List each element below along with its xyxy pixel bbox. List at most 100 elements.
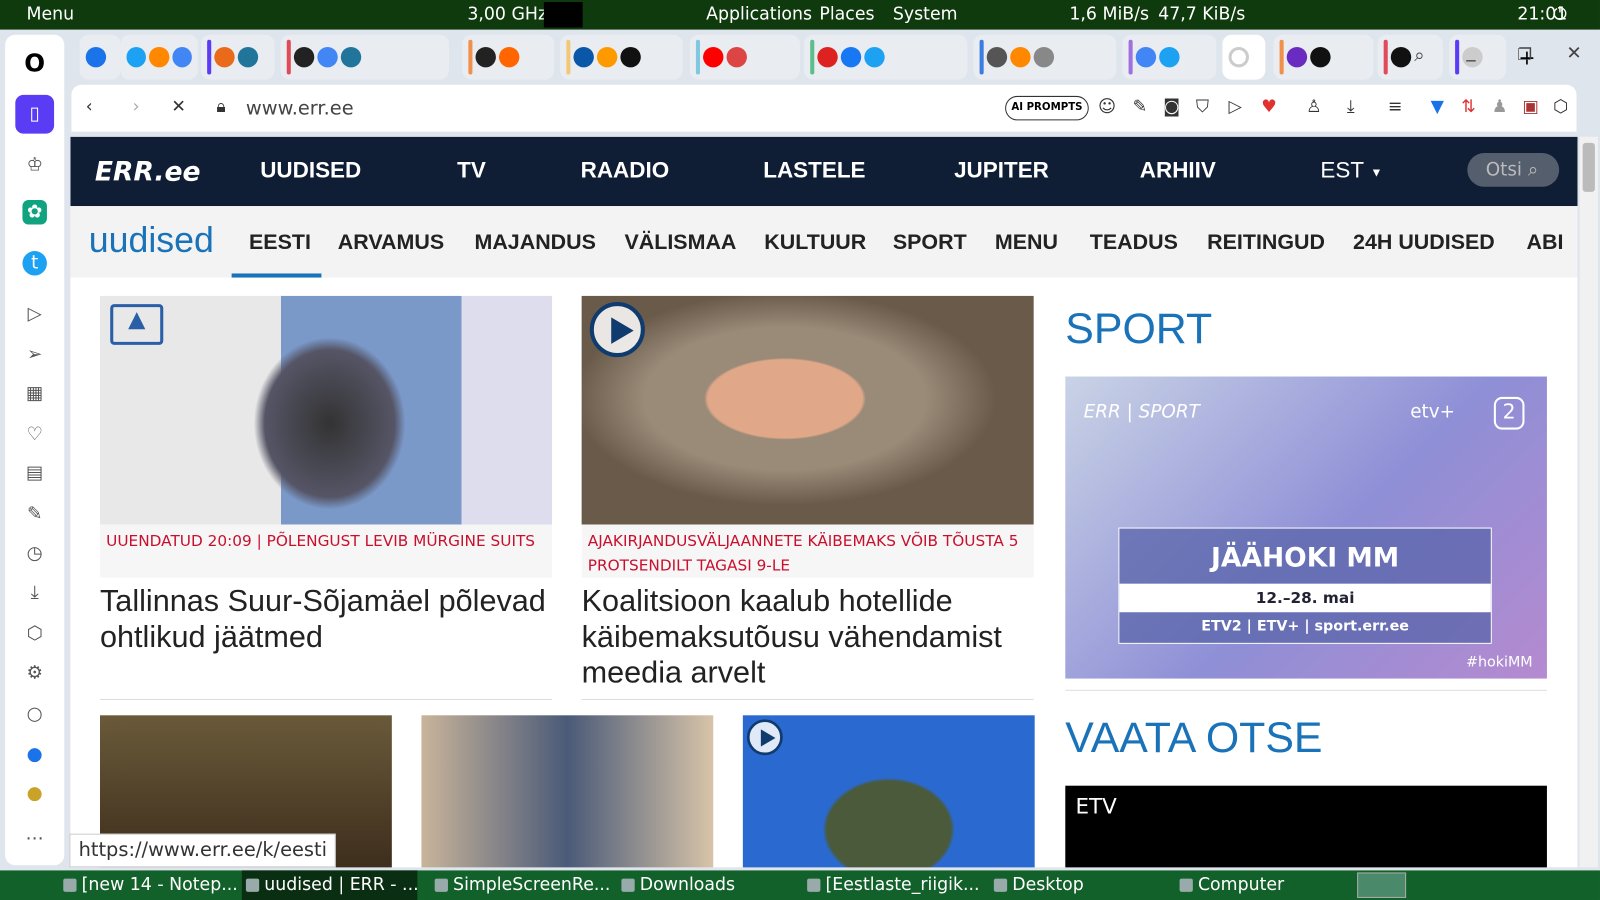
subnav-reitingud[interactable]: REITINGUD xyxy=(1207,231,1325,255)
places-menu[interactable]: Places xyxy=(819,4,874,24)
tab-group[interactable] xyxy=(1377,34,1443,80)
live-heading[interactable]: VAATA OTSE xyxy=(1065,713,1322,762)
menu-button[interactable]: Menu xyxy=(27,4,75,24)
article-image[interactable]: ▲ xyxy=(99,295,553,525)
download-icon[interactable]: ⤓ xyxy=(1347,97,1355,117)
send-icon[interactable]: ▷ xyxy=(1229,97,1242,117)
subnav-majandus[interactable]: MAJANDUS xyxy=(474,231,595,255)
scrollbar-thumb[interactable] xyxy=(1582,142,1595,192)
subnav-teadus[interactable]: TEADUS xyxy=(1090,231,1178,255)
extension-arrows-icon[interactable]: ⇅ xyxy=(1461,97,1476,117)
subnav-eesti[interactable]: EESTI xyxy=(249,231,311,255)
more-icon[interactable]: ⋯ xyxy=(22,827,46,851)
tab-group[interactable] xyxy=(201,34,275,80)
ai-prompts-button[interactable]: AI PROMPTS xyxy=(1005,95,1089,121)
power-icon[interactable]: ⏻ xyxy=(1553,4,1567,24)
lightbulb-icon[interactable]: ○ xyxy=(22,702,46,726)
extension-vpn-icon[interactable]: ▼ xyxy=(1431,97,1444,117)
article-headline[interactable]: Tallinnas Suur-Sõjamäel põlevad ohtlikud… xyxy=(100,584,552,655)
chat-icon[interactable]: ● xyxy=(22,743,46,767)
language-select[interactable]: EST xyxy=(1320,157,1364,184)
heart-icon[interactable]: ♡ xyxy=(22,422,46,446)
tab-group[interactable] xyxy=(973,34,1117,80)
nav-jupiter[interactable]: JUPITER xyxy=(954,157,1049,184)
tab-group[interactable] xyxy=(120,34,198,80)
emoji-icon[interactable]: ☺ xyxy=(1098,97,1116,117)
forward-button[interactable]: › xyxy=(133,97,140,117)
scrollbar[interactable] xyxy=(1579,136,1598,868)
article-card[interactable]: Ajakirjandusväljaannete käibemaks võib t… xyxy=(581,295,1034,691)
taskbar-item[interactable]: [new 14 - Notep... xyxy=(59,870,238,900)
subnav-sport[interactable]: SPORT xyxy=(893,231,967,255)
article-image[interactable] xyxy=(581,295,1034,525)
pin-icon[interactable]: ✎ xyxy=(1133,97,1148,117)
send-icon[interactable]: ➢ xyxy=(22,343,46,367)
tab-group[interactable] xyxy=(1122,34,1217,80)
opera-logo-icon[interactable]: O xyxy=(22,51,46,75)
nav-raadio[interactable]: RAADIO xyxy=(581,157,670,184)
sport-banner[interactable]: ERR | SPORT etv+ 2 JÄÄHOKI MM 12.–28. ma… xyxy=(1065,376,1547,679)
tab-group[interactable] xyxy=(1448,34,1507,80)
active-tab[interactable] xyxy=(1222,34,1266,80)
nav-lastele[interactable]: LASTELE xyxy=(763,157,865,184)
nav-tv[interactable]: TV xyxy=(457,157,486,184)
play-icon[interactable] xyxy=(746,719,783,756)
article-card[interactable]: ▲ Uuendatud 20:09 | Põlengust levib mürg… xyxy=(99,295,553,655)
heart-icon[interactable]: ♥ xyxy=(1261,97,1277,117)
history-icon[interactable]: ◷ xyxy=(22,542,46,566)
downloads-icon[interactable]: ⤓ xyxy=(22,581,46,605)
pin-board-icon[interactable]: ✎ xyxy=(22,502,46,526)
subnav-valismaa[interactable]: VÄLISMAA xyxy=(624,231,736,255)
extensions-grid-icon[interactable]: ▦ xyxy=(22,382,46,406)
article-image[interactable] xyxy=(742,715,1035,868)
taskbar-item[interactable]: Downloads xyxy=(617,870,735,900)
subnav-abi[interactable]: ABI xyxy=(1527,231,1564,255)
extension-counter-icon[interactable]: ▣ xyxy=(1522,97,1538,117)
extensions-cube-icon[interactable]: ⬡ xyxy=(1553,97,1568,117)
taskbar-item[interactable]: Desktop xyxy=(990,870,1084,900)
tab-group[interactable] xyxy=(689,34,800,80)
err-logo[interactable]: ERR.ee xyxy=(95,157,201,188)
system-menu[interactable]: System xyxy=(893,4,958,24)
reading-list-icon[interactable]: ▯ xyxy=(15,94,55,134)
url-field[interactable]: www.err.ee xyxy=(246,97,354,119)
live-player[interactable]: ETV xyxy=(1065,785,1547,868)
settings-icon[interactable]: ⚙ xyxy=(22,661,46,685)
stop-button[interactable]: ✕ xyxy=(171,97,186,117)
news-icon[interactable]: ▤ xyxy=(22,461,46,485)
subnav-kultuur[interactable]: KULTUUR xyxy=(764,231,866,255)
shield-icon[interactable]: ⛉ xyxy=(1196,97,1209,117)
play-icon[interactable] xyxy=(589,302,645,358)
taskbar-item[interactable]: uudised | ERR - ... xyxy=(241,870,419,900)
search-tabs-icon[interactable]: ⌕ xyxy=(1414,45,1424,66)
sport-heading[interactable]: SPORT xyxy=(1065,304,1212,353)
chatgpt-icon[interactable]: ✿ xyxy=(22,199,47,225)
article-headline[interactable]: Koalitsioon kaalub hotellide käibemaksut… xyxy=(582,584,1034,691)
tab-group[interactable] xyxy=(1273,34,1374,80)
subnav-arvamus[interactable]: ARVAMUS xyxy=(338,231,444,255)
taskbar-item[interactable]: SimpleScreenRe... xyxy=(431,870,610,900)
taskbar-item[interactable]: Computer xyxy=(1176,870,1284,900)
extension-spy-icon[interactable]: ♟ xyxy=(1492,97,1508,117)
easy-setup-icon[interactable]: ≡ xyxy=(1388,97,1403,117)
back-button[interactable]: ‹ xyxy=(86,97,93,117)
cube-icon[interactable]: ⬡ xyxy=(22,621,46,645)
profile-icon[interactable]: ♙ xyxy=(1306,97,1322,117)
applications-menu[interactable]: Applications xyxy=(706,4,812,24)
crown-icon[interactable]: ♔ xyxy=(22,153,46,177)
workspace-switcher[interactable] xyxy=(1357,872,1407,898)
tab-group[interactable] xyxy=(804,34,968,80)
maximize-button[interactable]: ❐ xyxy=(1517,45,1532,64)
subnav-menu[interactable]: MENU xyxy=(995,231,1058,255)
tab-group[interactable] xyxy=(462,34,555,80)
minimize-button[interactable]: _ xyxy=(1466,41,1475,62)
subnav-24h-uudised[interactable]: 24H UUDISED xyxy=(1353,231,1495,255)
tab-group[interactable] xyxy=(560,34,683,80)
nav-arhiiv[interactable]: ARHIIV xyxy=(1140,157,1216,184)
player-icon[interactable]: ▷ xyxy=(22,302,46,326)
taskbar-item[interactable]: [Eestlaste_riigik... xyxy=(803,870,980,900)
section-title[interactable]: uudised xyxy=(89,220,214,261)
twitter-icon[interactable]: t xyxy=(22,251,47,276)
camera-icon[interactable]: ◙ xyxy=(1163,97,1180,117)
nav-uudised[interactable]: UUDISED xyxy=(260,157,361,184)
